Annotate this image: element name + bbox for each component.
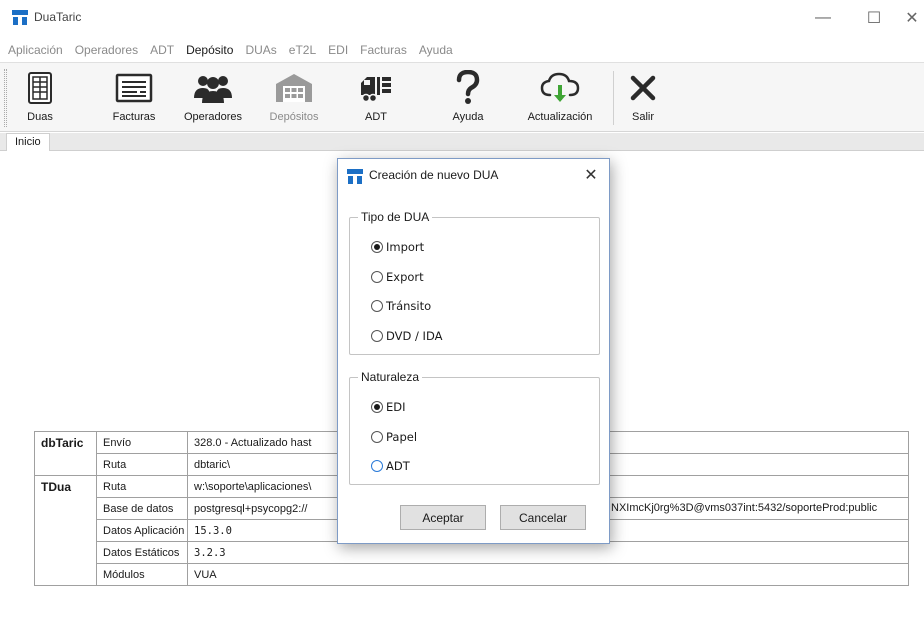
actualizacion-button[interactable]: Actualización xyxy=(520,69,600,127)
warehouse-icon xyxy=(276,74,312,102)
adt-label: ADT xyxy=(365,111,387,123)
dialog-close-button[interactable]: ✕ xyxy=(580,165,602,185)
facturas-label: Facturas xyxy=(112,111,156,123)
row-key: Módulos xyxy=(96,563,188,586)
adt-button[interactable]: ADT xyxy=(356,69,396,127)
duas-label: Duas xyxy=(27,111,53,123)
menu-operadores[interactable]: Operadores xyxy=(69,40,144,60)
minimize-button[interactable]: — xyxy=(800,4,846,32)
row-key: Envío xyxy=(96,431,188,454)
db-uri-end: NXImcKj0rg%3D@vms037int:5432/soporteProd… xyxy=(611,502,878,514)
salir-button[interactable]: Salir xyxy=(626,69,660,127)
close-window-button[interactable]: ✕ xyxy=(900,4,924,32)
title-bar: DuaTaric — ☐ ✕ xyxy=(0,0,924,36)
radio-button[interactable] xyxy=(371,330,383,342)
toolbar-grip[interactable] xyxy=(4,69,7,127)
radio-papel[interactable]: Papel xyxy=(371,430,417,444)
maximize-button[interactable]: ☐ xyxy=(851,4,897,32)
menu-aplicacion[interactable]: Aplicación xyxy=(0,40,69,60)
naturaleza-legend: Naturaleza xyxy=(358,370,423,384)
radio-label: Tránsito xyxy=(386,299,432,313)
menu-edi[interactable]: EDI xyxy=(322,40,354,60)
row-value: 3.2.3 xyxy=(187,541,909,564)
radio-label: DVD / IDA xyxy=(386,329,443,343)
tipo-dua-legend: Tipo de DUA xyxy=(358,210,433,224)
depositos-button[interactable]: Depósitos xyxy=(264,69,324,127)
radio-export[interactable]: Export xyxy=(371,270,424,284)
table-row: Módulos VUA xyxy=(35,563,909,586)
menu-et2l[interactable]: eT2L xyxy=(283,40,322,60)
salir-label: Salir xyxy=(631,111,654,123)
toolbar-separator xyxy=(613,71,614,125)
operadores-label: Operadores xyxy=(183,111,243,123)
dialog-title: Creación de nuevo DUA xyxy=(369,168,499,182)
radio-label: ADT xyxy=(386,459,410,473)
menu-deposito[interactable]: Depósito xyxy=(180,40,239,60)
row-value: VUA xyxy=(187,563,909,586)
menu-facturas[interactable]: Facturas xyxy=(354,40,413,60)
radio-adt[interactable]: ADT xyxy=(371,459,410,473)
group-name: TDua xyxy=(34,475,97,586)
radio-button-checked[interactable] xyxy=(371,241,383,253)
duas-button[interactable]: Duas xyxy=(22,69,58,127)
invoice-icon xyxy=(115,73,153,103)
close-x-icon xyxy=(630,75,656,101)
radio-button[interactable] xyxy=(371,460,383,472)
db-uri-start: postgresql+psycopg2:// xyxy=(194,502,308,515)
new-dua-dialog: Creación de nuevo DUA ✕ Tipo de DUA Impo… xyxy=(337,158,610,544)
table-row: Datos Estáticos 3.2.3 xyxy=(35,541,909,564)
dialog-logo-icon xyxy=(347,169,363,184)
radio-label: Papel xyxy=(386,430,418,444)
radio-transito[interactable]: Tránsito xyxy=(371,299,431,313)
window-title: DuaTaric xyxy=(34,10,82,24)
document-icon xyxy=(28,72,52,104)
row-key: Base de datos xyxy=(96,497,188,520)
row-key: Ruta xyxy=(96,453,188,476)
users-icon xyxy=(194,76,232,103)
radio-edi[interactable]: EDI xyxy=(371,400,406,414)
group-name: dbTaric xyxy=(34,431,97,476)
radio-label: Export xyxy=(386,270,424,284)
toolbar: Duas Facturas Operadores Depósitos ADT A… xyxy=(0,62,924,132)
operadores-button[interactable]: Operadores xyxy=(180,69,246,127)
menu-ayuda[interactable]: Ayuda xyxy=(413,40,459,60)
ayuda-button[interactable]: Ayuda xyxy=(448,69,488,127)
menu-adt[interactable]: ADT xyxy=(144,40,180,60)
question-icon xyxy=(456,70,480,104)
cancelar-button[interactable]: Cancelar xyxy=(500,505,586,530)
menu-duas[interactable]: DUAs xyxy=(239,40,282,60)
aceptar-button[interactable]: Aceptar xyxy=(400,505,486,530)
truck-icon xyxy=(361,77,391,103)
menu-bar: Aplicación Operadores ADT Depósito DUAs … xyxy=(0,40,459,60)
tipo-dua-group: Tipo de DUA Import Export Tránsito DVD /… xyxy=(349,210,600,355)
facturas-button[interactable]: Facturas xyxy=(106,69,162,127)
tab-strip: Inicio xyxy=(0,133,924,151)
radio-button[interactable] xyxy=(371,431,383,443)
row-key: Datos Aplicación xyxy=(96,519,188,542)
ayuda-label: Ayuda xyxy=(452,111,484,123)
naturaleza-group: Naturaleza EDI Papel ADT xyxy=(349,370,600,485)
radio-label: EDI xyxy=(386,400,406,414)
radio-import[interactable]: Import xyxy=(371,240,424,254)
row-key: Datos Estáticos xyxy=(96,541,188,564)
radio-button[interactable] xyxy=(371,300,383,312)
radio-label: Import xyxy=(386,240,425,254)
row-key: Ruta xyxy=(96,475,188,498)
cloud-download-icon xyxy=(540,72,580,102)
depositos-label: Depósitos xyxy=(269,111,319,123)
radio-button-checked[interactable] xyxy=(371,401,383,413)
tab-inicio[interactable]: Inicio xyxy=(6,133,50,151)
radio-button[interactable] xyxy=(371,271,383,283)
app-logo-icon xyxy=(12,10,28,25)
radio-dvd-ida[interactable]: DVD / IDA xyxy=(371,329,442,343)
actualizacion-label: Actualización xyxy=(527,111,593,123)
